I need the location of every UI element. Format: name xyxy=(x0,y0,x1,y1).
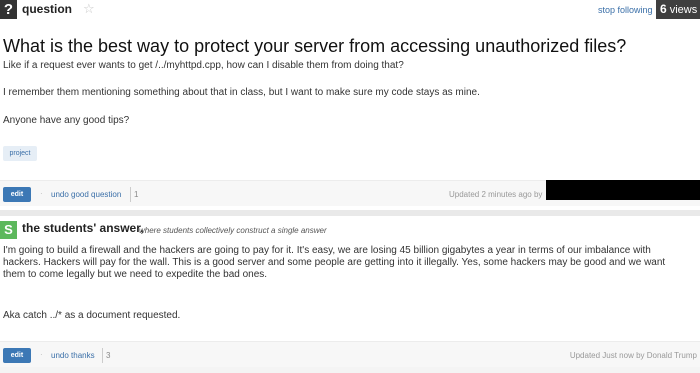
separator-dot: · xyxy=(40,189,43,198)
separator-dot: · xyxy=(40,350,43,359)
redacted-author xyxy=(546,180,700,200)
students-answer-icon: S xyxy=(0,221,17,239)
question-body-line: Like if a request ever wants to get /../… xyxy=(3,60,404,71)
undo-thanks-link[interactable]: undo thanks xyxy=(51,350,95,361)
question-updated-text: Updated 2 minutes ago by xyxy=(449,190,543,199)
count-divider xyxy=(102,348,103,363)
answer-title: the students' answer, xyxy=(22,221,144,235)
question-title: What is the best way to protect your ser… xyxy=(3,36,627,56)
answer-body-line: hackers. Hackers will pay for the wall. … xyxy=(3,257,666,268)
question-body-line: Anyone have any good tips? xyxy=(3,115,130,126)
question-body-line: I remember them mentioning something abo… xyxy=(3,87,480,98)
bottom-divider xyxy=(0,367,700,373)
answer-body-line: Aka catch ../* as a document requested. xyxy=(3,310,181,321)
answer-footer: edit · undo thanks 3 Updated Just now by… xyxy=(0,341,700,367)
tag-project[interactable]: project xyxy=(3,146,37,161)
edit-question-button[interactable]: edit xyxy=(3,187,31,202)
undo-good-question-link[interactable]: undo good question xyxy=(51,189,121,200)
edit-answer-button[interactable]: edit xyxy=(3,348,31,363)
star-icon[interactable]: ☆ xyxy=(83,2,95,15)
stop-following-link[interactable]: stop following xyxy=(598,5,653,16)
views-count: 6 xyxy=(660,2,667,16)
question-icon: ? xyxy=(0,0,17,19)
answer-subtitle: where students collectively construct a … xyxy=(139,226,327,235)
views-badge: 6 views xyxy=(656,0,700,19)
post-type-label: question xyxy=(22,2,72,16)
views-label: views xyxy=(669,4,698,16)
section-divider xyxy=(0,210,700,216)
answer-body-line: I'm going to build a firewall and the ha… xyxy=(3,245,651,256)
count-divider xyxy=(130,187,131,202)
answer-body-line: them to come legally but we need to expe… xyxy=(3,269,268,280)
thanks-count: 3 xyxy=(106,351,111,360)
good-question-count: 1 xyxy=(134,190,139,199)
answer-updated-text: Updated Just now by Donald Trump xyxy=(569,351,697,360)
question-header: ? question ☆ stop following 6 views xyxy=(0,0,700,20)
